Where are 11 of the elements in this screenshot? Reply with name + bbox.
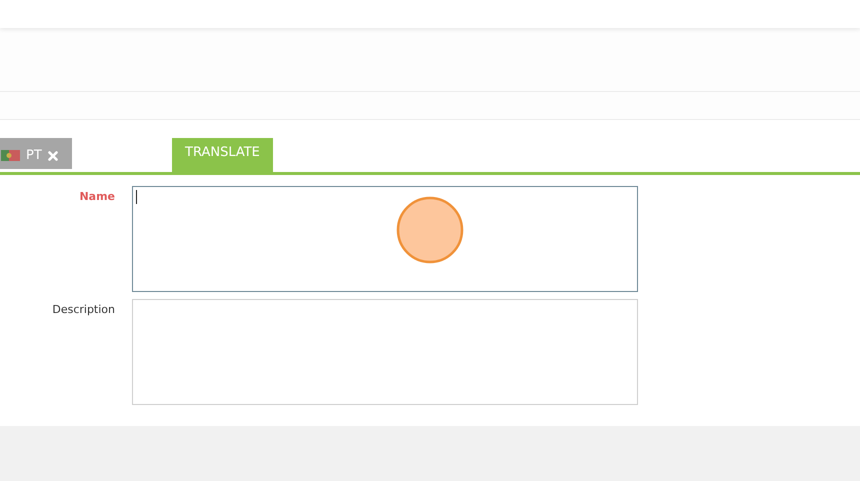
language-code: PT <box>26 148 42 163</box>
text-area[interactable] <box>132 299 638 405</box>
click-indicator <box>396 196 464 264</box>
field-label: Name <box>78 189 115 205</box>
field-label: Description <box>51 302 115 318</box>
text-cursor <box>136 190 137 204</box>
flag-icon <box>1 150 20 161</box>
language-tag[interactable]: PT <box>0 138 72 169</box>
text-area[interactable] <box>132 186 638 292</box>
close-icon[interactable] <box>48 150 58 160</box>
translate-tab[interactable]: TRANSLATE <box>172 138 273 172</box>
